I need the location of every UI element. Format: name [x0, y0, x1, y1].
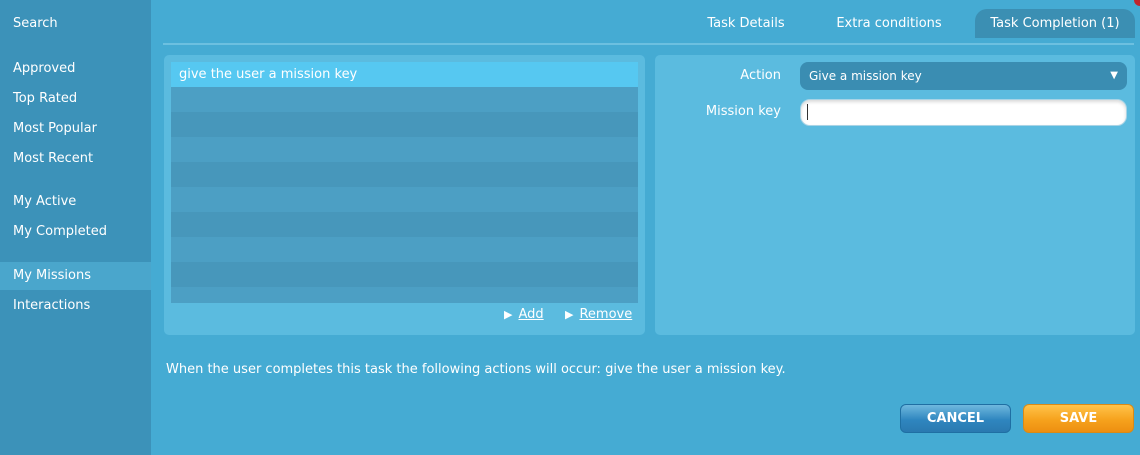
- sidebar-item-top-rated[interactable]: Top Rated: [0, 85, 151, 113]
- empty-list-row: [171, 87, 638, 112]
- tab-task-completion[interactable]: Task Completion (1): [975, 9, 1135, 38]
- actions-list: give the user a mission key: [171, 62, 638, 303]
- sidebar-item-my-missions[interactable]: My Missions: [0, 262, 151, 290]
- main-content: Task Details Extra conditions Task Compl…: [151, 0, 1140, 455]
- empty-list-row: [171, 112, 638, 137]
- empty-list-row: [171, 262, 638, 287]
- remove-link[interactable]: ▶ Remove: [565, 307, 632, 322]
- empty-list-row: [171, 162, 638, 187]
- action-select[interactable]: Give a mission key ▼: [800, 62, 1127, 90]
- action-label: Action: [740, 68, 781, 83]
- sidebar: Search Approved Top Rated Most Popular M…: [0, 0, 151, 455]
- tab-task-details[interactable]: Task Details: [696, 9, 796, 38]
- sidebar-item-most-popular[interactable]: Most Popular: [0, 115, 151, 143]
- empty-list-row: [171, 287, 638, 303]
- caret-down-icon: ▼: [1110, 70, 1118, 81]
- sidebar-item-my-completed[interactable]: My Completed: [0, 218, 151, 246]
- mission-key-label: Mission key: [705, 104, 781, 119]
- tab-bar: Task Details Extra conditions Task Compl…: [151, 0, 1140, 45]
- actions-panel: give the user a mission key ▶ Add ▶ Remove: [164, 55, 645, 335]
- tab-underline: [163, 43, 1134, 45]
- sidebar-item-my-active[interactable]: My Active: [0, 188, 151, 216]
- text-cursor: [807, 104, 808, 120]
- empty-list-row: [171, 212, 638, 237]
- play-arrow-icon: ▶: [565, 308, 574, 321]
- action-settings-panel: Action Give a mission key ▼ Mission key: [655, 55, 1135, 335]
- sidebar-item-most-recent[interactable]: Most Recent: [0, 145, 151, 173]
- action-select-value: Give a mission key: [809, 69, 922, 83]
- summary-text: When the user completes this task the fo…: [166, 362, 786, 377]
- empty-list-row: [171, 137, 638, 162]
- sidebar-item-search[interactable]: Search: [0, 10, 151, 38]
- remove-label: Remove: [579, 307, 633, 322]
- empty-list-row: [171, 237, 638, 262]
- sidebar-item-interactions[interactable]: Interactions: [0, 292, 151, 320]
- tab-extra-conditions[interactable]: Extra conditions: [828, 9, 950, 38]
- cancel-button[interactable]: CANCEL: [900, 404, 1011, 433]
- add-link[interactable]: ▶ Add: [504, 307, 544, 322]
- play-arrow-icon: ▶: [504, 308, 513, 321]
- list-actions: ▶ Add ▶ Remove: [164, 307, 645, 327]
- empty-list-row: [171, 187, 638, 212]
- add-label: Add: [518, 307, 544, 322]
- save-button[interactable]: SAVE: [1023, 404, 1134, 433]
- sidebar-item-approved[interactable]: Approved: [0, 55, 151, 83]
- mission-key-input[interactable]: [800, 99, 1127, 126]
- list-item[interactable]: give the user a mission key: [171, 62, 638, 87]
